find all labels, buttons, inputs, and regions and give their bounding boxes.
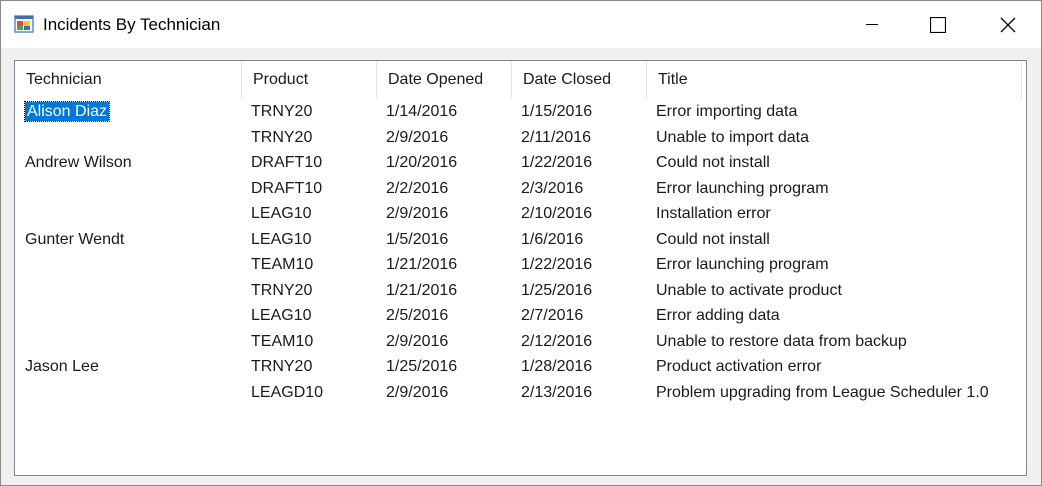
date-opened-cell: 1/21/2016 [386, 281, 458, 299]
column-header-row: Technician Product Date Opened Date Clos… [15, 61, 1026, 99]
close-icon [1000, 17, 1016, 32]
client-area: Technician Product Date Opened Date Clos… [1, 48, 1041, 485]
title-bar[interactable]: Incidents By Technician [1, 1, 1041, 48]
date-opened-cell: 2/9/2016 [386, 332, 449, 350]
window-title: Incidents By Technician [43, 15, 221, 34]
date-closed-cell: 1/25/2016 [521, 281, 593, 299]
title-cell: Could not install [656, 154, 770, 171]
date-closed-cell: 2/3/2016 [521, 179, 584, 197]
product-cell: TRNY20 [251, 358, 313, 375]
date-closed-cell: 1/6/2016 [521, 230, 584, 248]
title-cell: Error launching program [656, 256, 829, 273]
list-row[interactable]: TRNY20 1/21/2016 1/25/2016 Unable to act… [15, 278, 1026, 304]
title-cell: Installation error [656, 205, 771, 222]
close-button[interactable] [985, 1, 1031, 48]
incidents-window: Incidents By Technician Technician Produ… [0, 0, 1042, 486]
list-row[interactable]: Jason Lee TRNY20 1/25/2016 1/28/2016 Pro… [15, 354, 1026, 380]
date-closed-cell: 2/10/2016 [521, 205, 593, 222]
title-cell: Error adding data [656, 307, 780, 324]
date-closed-cell: 2/11/2016 [521, 128, 591, 146]
date-opened-cell: 1/14/2016 [386, 103, 458, 120]
technician-cell: Jason Lee [25, 358, 99, 375]
date-opened-cell: 2/9/2016 [386, 205, 449, 222]
date-opened-cell: 2/5/2016 [386, 307, 449, 324]
product-cell: LEAG10 [251, 205, 312, 222]
date-opened-cell: 1/5/2016 [386, 230, 449, 248]
product-cell: TEAM10 [251, 332, 314, 350]
column-header-date-closed[interactable]: Date Closed [512, 61, 647, 99]
minimize-icon [866, 23, 878, 25]
list-row[interactable]: TRNY20 2/9/2016 2/11/2016 Unable to impo… [15, 125, 1026, 151]
list-row[interactable]: Andrew Wilson DRAFT10 1/20/2016 1/22/201… [15, 150, 1026, 176]
column-header-product[interactable]: Product [242, 61, 377, 99]
list-row[interactable]: DRAFT10 2/2/2016 2/3/2016 Error launchin… [15, 176, 1026, 202]
title-cell: Unable to activate product [656, 281, 842, 299]
product-cell: TRNY20 [251, 128, 313, 146]
date-opened-cell: 2/2/2016 [386, 179, 449, 197]
list-row[interactable]: LEAG10 2/5/2016 2/7/2016 Error adding da… [15, 303, 1026, 329]
title-cell: Error importing data [656, 103, 798, 120]
list-row[interactable]: TEAM10 1/21/2016 1/22/2016 Error launchi… [15, 252, 1026, 278]
list-row[interactable]: TEAM10 2/9/2016 2/12/2016 Unable to rest… [15, 329, 1026, 355]
incidents-listview[interactable]: Technician Product Date Opened Date Clos… [14, 60, 1027, 476]
product-cell: TEAM10 [251, 256, 314, 273]
maximize-icon [930, 16, 946, 33]
minimize-button[interactable] [849, 1, 895, 48]
title-cell: Unable to import data [656, 128, 809, 146]
date-opened-cell: 1/21/2016 [386, 256, 458, 273]
product-cell: LEAG10 [251, 230, 312, 248]
maximize-button[interactable] [915, 1, 961, 48]
title-cell: Unable to restore data from backup [656, 332, 907, 350]
technician-cell: Gunter Wendt [25, 230, 125, 248]
date-closed-cell: 1/22/2016 [521, 154, 593, 171]
title-cell: Could not install [656, 230, 770, 248]
date-closed-cell: 1/15/2016 [521, 103, 593, 120]
title-cell: Error launching program [656, 179, 829, 197]
product-cell: TRNY20 [251, 103, 313, 120]
date-closed-cell: 1/28/2016 [521, 358, 593, 375]
title-cell: Product activation error [656, 358, 822, 375]
column-header-date-opened[interactable]: Date Opened [377, 61, 512, 99]
list-row[interactable]: LEAGD10 2/9/2016 2/13/2016 Problem upgra… [15, 380, 1026, 406]
date-opened-cell: 2/9/2016 [386, 128, 449, 146]
column-header-title[interactable]: Title [647, 61, 1022, 99]
product-cell: TRNY20 [251, 281, 313, 299]
title-cell: Problem upgrading from League Scheduler … [656, 383, 989, 401]
date-opened-cell: 1/25/2016 [386, 358, 458, 375]
product-cell: LEAG10 [251, 307, 312, 324]
technician-cell: Alison Diaz [23, 101, 111, 122]
list-row[interactable]: Alison Diaz TRNY20 1/14/2016 1/15/2016 E… [15, 99, 1026, 125]
date-closed-cell: 1/22/2016 [521, 256, 593, 273]
date-opened-cell: 1/20/2016 [386, 154, 458, 171]
app-icon[interactable] [14, 14, 34, 34]
column-header-technician[interactable]: Technician [15, 61, 242, 99]
date-closed-cell: 2/7/2016 [521, 307, 584, 324]
list-row[interactable]: Gunter Wendt LEAG10 1/5/2016 1/6/2016 Co… [15, 227, 1026, 253]
date-closed-cell: 2/13/2016 [521, 383, 593, 401]
list-row[interactable]: LEAG10 2/9/2016 2/10/2016 Installation e… [15, 201, 1026, 227]
date-closed-cell: 2/12/2016 [521, 332, 593, 350]
product-cell: LEAGD10 [251, 383, 324, 401]
technician-cell: Andrew Wilson [25, 154, 132, 171]
product-cell: DRAFT10 [251, 154, 323, 171]
date-opened-cell: 2/9/2016 [386, 383, 449, 401]
product-cell: DRAFT10 [251, 179, 323, 197]
